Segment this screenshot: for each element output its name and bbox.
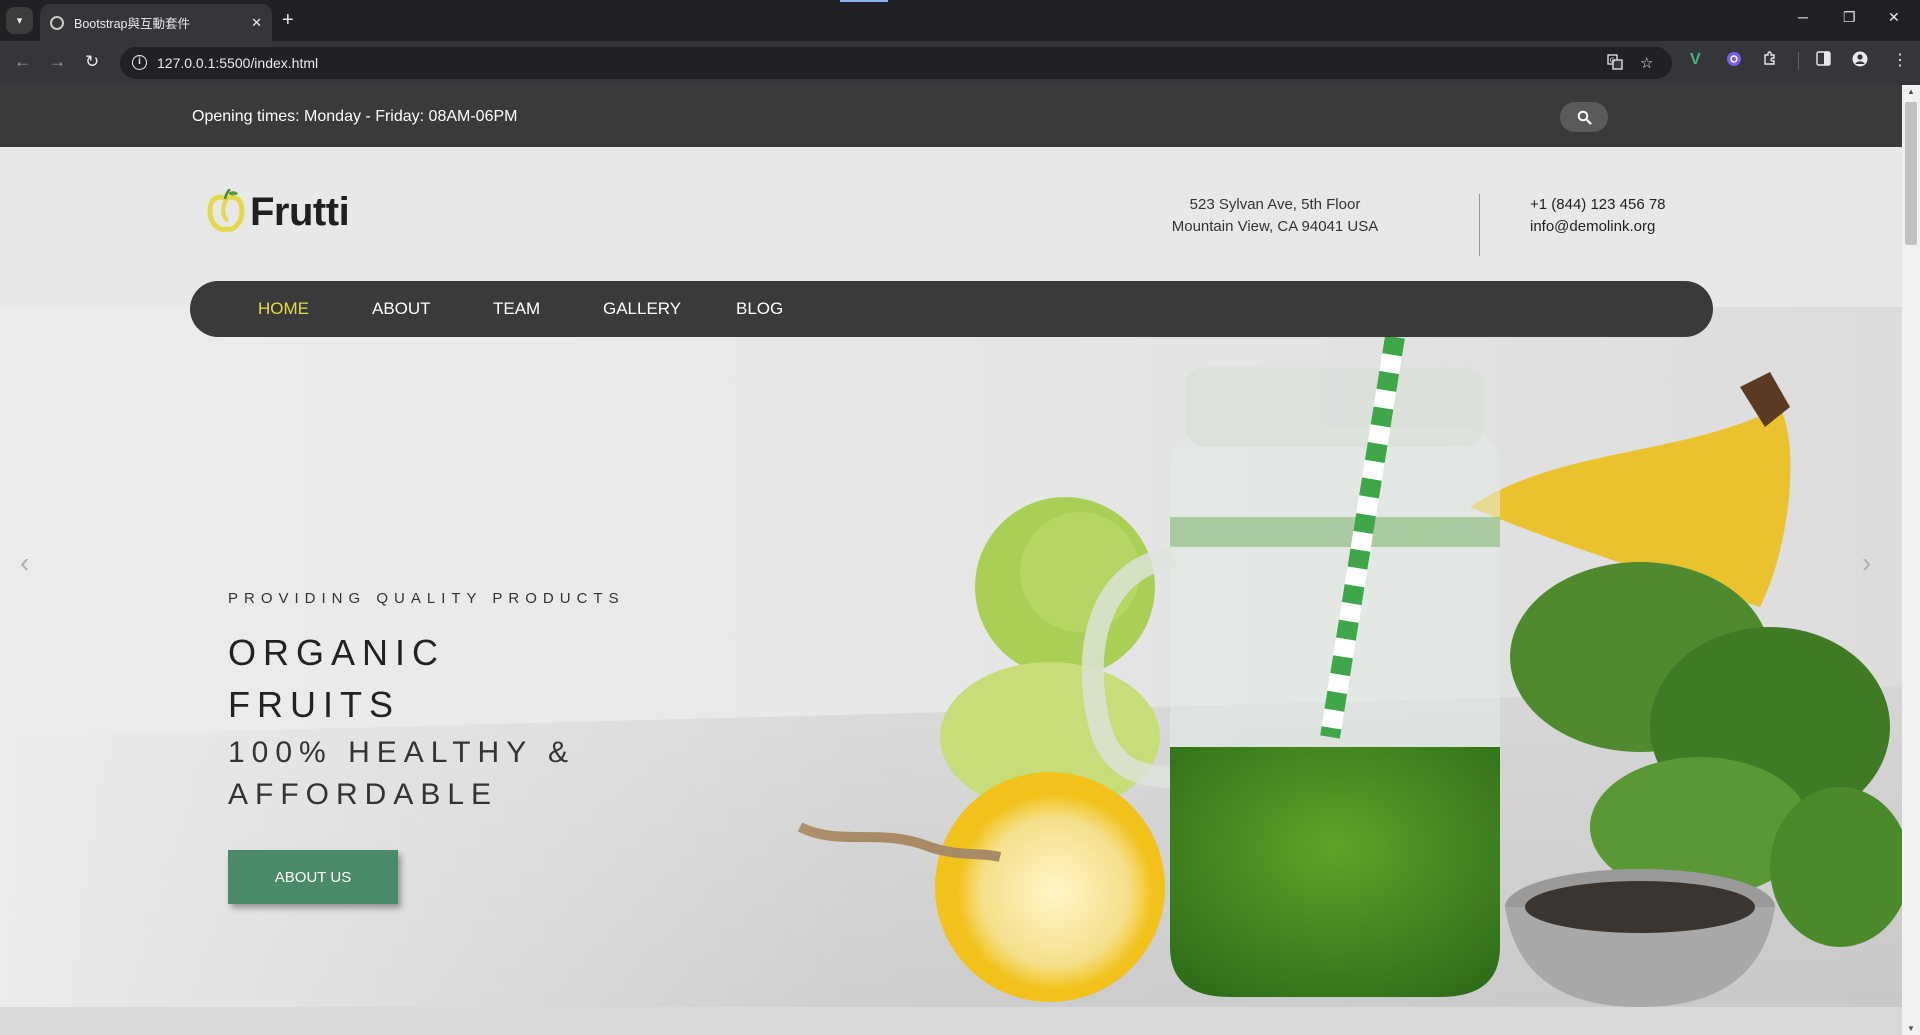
hero-subtitle-line-2: AFFORDABLE bbox=[228, 778, 499, 811]
scroll-down-icon[interactable]: ▼ bbox=[1907, 1024, 1915, 1033]
url-text[interactable]: 127.0.0.1:5500/index.html bbox=[157, 55, 318, 71]
bookmark-star-icon[interactable]: ☆ bbox=[1640, 54, 1653, 72]
site-logo[interactable]: Frutti bbox=[206, 189, 350, 235]
apple-logo-icon bbox=[207, 189, 245, 232]
vue-devtools-icon[interactable]: V bbox=[1690, 51, 1701, 69]
menu-icon[interactable]: ⋮ bbox=[1892, 50, 1908, 70]
svg-text:G: G bbox=[1610, 57, 1615, 65]
tab-search-icon[interactable]: ▾ bbox=[6, 7, 33, 34]
header-divider bbox=[1479, 194, 1480, 256]
main-nav: HOME ABOUT TEAM GALLERY BLOG bbox=[190, 281, 1713, 337]
carousel-prev-arrow[interactable]: ‹ bbox=[20, 547, 29, 579]
search-icon bbox=[1577, 110, 1592, 125]
about-us-button[interactable]: ABOUT US bbox=[228, 850, 398, 904]
search-button[interactable] bbox=[1560, 102, 1608, 132]
browser-tab[interactable]: Bootstrap與互動套件 ✕ bbox=[40, 4, 272, 41]
new-tab-button[interactable]: + bbox=[282, 8, 294, 32]
carousel-next-arrow[interactable]: › bbox=[1862, 547, 1871, 579]
restore-icon[interactable]: ❐ bbox=[1843, 9, 1856, 26]
globe-icon bbox=[50, 15, 64, 30]
site-info-icon[interactable]: i bbox=[132, 55, 147, 70]
hero-title: ORGANIC FRUITS bbox=[228, 627, 445, 731]
tab-close-icon[interactable]: ✕ bbox=[251, 15, 262, 31]
page-viewport: Opening times: Monday - Friday: 08AM-06P… bbox=[0, 85, 1902, 1035]
reload-icon[interactable]: ↻ bbox=[85, 52, 99, 72]
next-section-edge bbox=[0, 1007, 1902, 1035]
puzzle-icon[interactable] bbox=[1762, 50, 1779, 72]
hero-title-line-2: FRUITS bbox=[228, 684, 400, 725]
hero-subtitle: 100% HEALTHY & AFFORDABLE bbox=[228, 732, 575, 816]
nav-item-home[interactable]: HOME bbox=[258, 299, 309, 319]
address-block: 523 Sylvan Ave, 5th Floor Mountain View,… bbox=[1120, 194, 1430, 238]
tab-title: Bootstrap與互動套件 bbox=[74, 17, 191, 31]
phone-link[interactable]: +1 (844) 123 456 78 bbox=[1530, 194, 1666, 216]
browser-tab-bar: ▾ Bootstrap與互動套件 ✕ + ─ ❐ ✕ bbox=[0, 0, 1920, 41]
nav-item-blog[interactable]: BLOG bbox=[736, 299, 783, 319]
back-icon[interactable]: ← bbox=[14, 52, 31, 72]
logo-text: Frutti bbox=[250, 189, 350, 234]
hero-carousel: ‹ › PROVIDING QUALITY PRODUCTS ORGANIC F… bbox=[0, 307, 1902, 1007]
page-scrollbar[interactable]: ▲ ▼ bbox=[1902, 85, 1920, 1035]
profile-icon[interactable] bbox=[1852, 51, 1868, 72]
close-window-icon[interactable]: ✕ bbox=[1888, 9, 1900, 26]
tab-strip-indicator bbox=[840, 0, 888, 2]
translate-icon[interactable]: G bbox=[1607, 54, 1623, 74]
address-line-2: Mountain View, CA 94041 USA bbox=[1171, 218, 1379, 235]
minimize-icon[interactable]: ─ bbox=[1798, 9, 1808, 25]
toolbar-separator bbox=[1798, 52, 1799, 70]
hero-kicker: PROVIDING QUALITY PRODUCTS bbox=[228, 590, 625, 607]
forward-icon[interactable]: → bbox=[49, 52, 66, 72]
nav-item-about[interactable]: ABOUT bbox=[372, 299, 431, 319]
nav-item-gallery[interactable]: GALLERY bbox=[603, 299, 681, 319]
address-line-1: 523 Sylvan Ave, 5th Floor bbox=[1189, 196, 1361, 213]
side-panel-icon[interactable] bbox=[1816, 51, 1831, 71]
address-bar[interactable]: i 127.0.0.1:5500/index.html G ☆ bbox=[120, 47, 1672, 79]
email-link[interactable]: info@demolink.org bbox=[1530, 216, 1666, 238]
scrollbar-thumb[interactable] bbox=[1905, 102, 1917, 245]
browser-toolbar: ← → ↻ i 127.0.0.1:5500/index.html G ☆ V … bbox=[0, 41, 1920, 85]
extension-icon[interactable] bbox=[1726, 51, 1742, 72]
nav-item-team[interactable]: TEAM bbox=[493, 299, 540, 319]
top-info-bar: Opening times: Monday - Friday: 08AM-06P… bbox=[0, 85, 1902, 147]
scroll-up-icon[interactable]: ▲ bbox=[1907, 87, 1915, 96]
opening-hours: Opening times: Monday - Friday: 08AM-06P… bbox=[192, 108, 518, 125]
hero-subtitle-line-1: 100% HEALTHY & bbox=[228, 736, 576, 769]
contact-block: +1 (844) 123 456 78 info@demolink.org bbox=[1530, 194, 1666, 238]
hero-title-line-1: ORGANIC bbox=[228, 632, 446, 673]
